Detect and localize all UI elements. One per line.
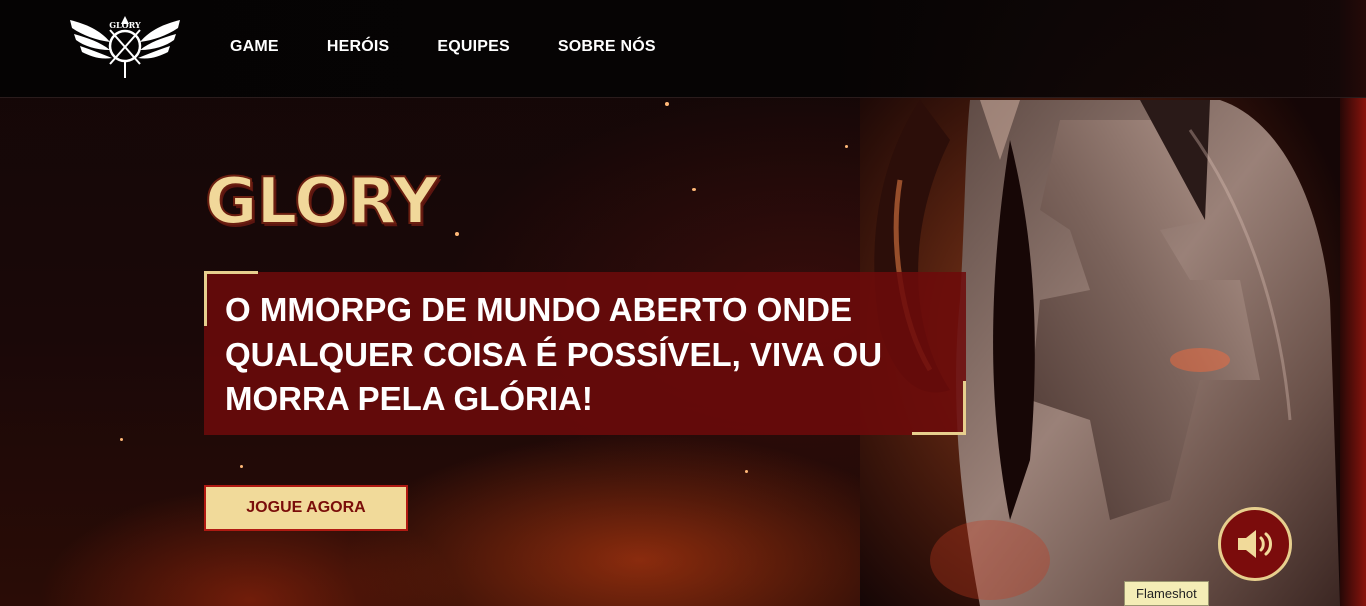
ember <box>745 470 748 473</box>
nav-item-herois[interactable]: HERÓIS <box>327 38 390 56</box>
nav-item-sobre-nos[interactable]: SOBRE NÓS <box>558 38 656 56</box>
play-now-button[interactable]: JOGUE AGORA <box>204 485 408 531</box>
glory-logo[interactable]: GLORY <box>66 12 184 80</box>
speaker-icon <box>1238 530 1272 558</box>
corner-decoration <box>204 271 207 326</box>
nav-item-equipes[interactable]: EQUIPES <box>437 38 510 56</box>
hero-page: GLORY GAME HERÓIS EQUIPES SOBRE NÓS GLOR… <box>0 0 1366 606</box>
hero-title: GLORY <box>204 164 440 240</box>
corner-decoration <box>963 381 966 435</box>
svg-text:GLORY: GLORY <box>109 20 141 30</box>
corner-decoration <box>912 432 966 435</box>
ember <box>120 438 123 441</box>
top-navigation-bar: GLORY GAME HERÓIS EQUIPES SOBRE NÓS <box>0 0 1366 98</box>
corner-decoration <box>204 271 258 274</box>
ember <box>455 232 459 236</box>
ember <box>240 465 243 468</box>
ember <box>665 102 669 106</box>
tooltip: Flameshot <box>1124 581 1209 606</box>
sound-toggle-button[interactable] <box>1218 507 1292 581</box>
ember <box>845 145 848 148</box>
hero-tagline: O MMORPG DE MUNDO ABERTO ONDE QUALQUER C… <box>225 291 883 417</box>
ember <box>692 188 696 191</box>
nav-item-game[interactable]: GAME <box>230 38 279 56</box>
main-nav: GAME HERÓIS EQUIPES SOBRE NÓS <box>230 38 656 56</box>
